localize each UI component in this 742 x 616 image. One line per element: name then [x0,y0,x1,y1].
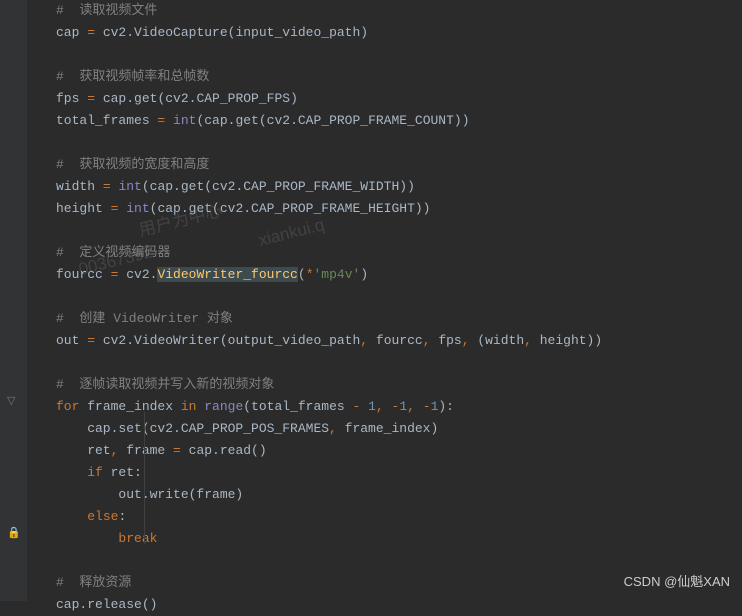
code-text [56,465,87,480]
code-body: # 读取视频文件 cap = cv2.VideoCapture(input_vi… [56,0,742,616]
code-text: out.write(frame) [56,487,243,502]
code-text: width [56,179,103,194]
code-comma: , [329,421,345,436]
code-text: (total_frames [243,399,352,414]
code-keyword: in [181,399,204,414]
code-comment: # 释放资源 [56,575,131,590]
code-comma: , [407,399,423,414]
code-text [165,113,173,128]
attribution-label: CSDN @仙魁XAN [624,571,730,593]
code-number: 1 [368,399,376,414]
code-text: cap.release() [56,597,157,612]
code-text [56,531,118,546]
code-text: cap.get(cv2.CAP_PROP_FPS) [95,91,298,106]
code-editor[interactable]: 用户为中心 00367392 xiankui.q # 读取视频文件 cap = … [28,0,742,616]
code-text: ) [360,267,368,282]
code-keyword: break [118,531,157,546]
code-op: = [103,179,111,194]
code-keyword: for [56,399,87,414]
code-text: (cap.get(cv2.CAP_PROP_FRAME_COUNT)) [196,113,469,128]
code-text: height [56,201,111,216]
code-text: fps [438,333,461,348]
code-builtin: int [126,201,149,216]
code-comment: # 读取视频文件 [56,3,157,18]
code-text: total_frames [56,113,157,128]
code-builtin: int [173,113,196,128]
code-text: (width [477,333,524,348]
code-comment: # 获取视频的宽度和高度 [56,157,209,172]
code-text: cap [56,25,87,40]
code-comment: # 逐帧读取视频并写入新的视频对象 [56,377,274,392]
code-op: - [352,399,368,414]
code-text: cap.set(cv2.CAP_PROP_POS_FRAMES [56,421,329,436]
code-keyword: else [87,509,118,524]
code-comma: , [462,333,478,348]
code-text: out [56,333,87,348]
code-text: cv2.VideoCapture(input_video_path) [95,25,368,40]
code-string: 'mp4v' [314,267,361,282]
code-comma: , [524,333,540,348]
code-text: fourcc [376,333,423,348]
code-op: = [87,25,95,40]
code-text: fps [56,91,87,106]
code-text: cap.read() [181,443,267,458]
code-comma: , [376,399,392,414]
code-text: cv2. [118,267,157,282]
code-comment: # 获取视频帧率和总帧数 [56,69,209,84]
editor-gutter: ▽ 🔒 [0,0,28,601]
code-text: ret: [111,465,142,480]
gutter-marker-icon: ▽ [7,391,15,413]
code-op: = [87,91,95,106]
code-builtin: range [204,399,243,414]
code-func-highlighted: VideoWriter_fourcc [157,267,297,282]
code-text: ): [438,399,454,414]
code-text: ( [298,267,306,282]
code-text: frame_index) [345,421,439,436]
code-text [56,509,87,524]
code-op: = [87,333,95,348]
code-text: cv2.VideoWriter(output_video_path [95,333,360,348]
code-builtin: int [118,179,141,194]
code-op: * [306,267,314,282]
code-op: - [423,399,431,414]
code-number: 1 [399,399,407,414]
code-text: height)) [540,333,602,348]
code-text: frame [126,443,173,458]
code-comment: # 定义视频编码器 [56,245,170,260]
code-text: (cap.get(cv2.CAP_PROP_FRAME_HEIGHT)) [150,201,431,216]
gutter-lock-icon: 🔒 [7,523,21,545]
code-text: ret [56,443,111,458]
code-comment: # 创建 VideoWriter 对象 [56,311,233,326]
code-comma: , [111,443,127,458]
code-op: = [173,443,181,458]
code-comma: , [423,333,439,348]
code-text: (cap.get(cv2.CAP_PROP_FRAME_WIDTH)) [142,179,415,194]
code-comma: , [360,333,376,348]
code-text: frame_index [87,399,181,414]
code-text: : [118,509,126,524]
code-keyword: if [87,465,110,480]
code-text: fourcc [56,267,111,282]
